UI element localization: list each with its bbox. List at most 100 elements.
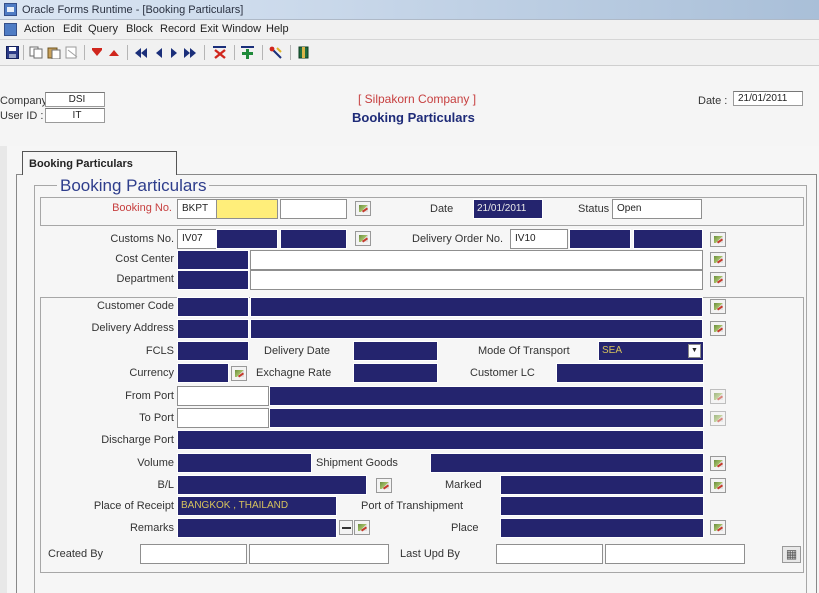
booking-no-prefix-field[interactable]: BKPT [177,199,217,219]
tab-booking-particulars[interactable]: Booking Particulars [22,151,177,175]
form-title: Booking Particulars [352,110,475,125]
calculator-icon[interactable]: ▦ [782,546,801,563]
place-lov-icon[interactable] [710,520,726,535]
delivery-address-code-field[interactable] [177,319,249,339]
port-of-transhipment-field[interactable] [500,496,704,516]
last-upd-by-label: Last Upd By [400,548,460,560]
from-port-lov-icon[interactable] [710,389,726,404]
volume-field[interactable] [177,453,312,473]
remarks-lov-icon[interactable] [354,520,370,535]
menu-action[interactable]: Action [24,23,55,35]
department-name-field[interactable] [250,270,703,290]
bl-lov-icon[interactable] [376,478,392,493]
fcls-label: FCLS [145,345,174,357]
customs-no-lov-icon[interactable] [355,231,371,246]
customer-lc-field[interactable] [556,363,704,383]
marked-field[interactable] [500,475,704,495]
cost-center-lov-icon[interactable] [710,252,726,267]
created-date-field[interactable] [249,544,389,564]
delivery-order-lov-icon[interactable] [710,232,726,247]
remarks-field[interactable] [177,518,337,538]
menu-window[interactable]: Window [222,23,261,35]
bl-field[interactable] [177,475,367,495]
clear-icon[interactable] [64,44,80,61]
currency-field[interactable] [177,363,229,383]
delivery-order-no-field[interactable] [569,229,631,249]
place-of-receipt-field[interactable]: BANGKOK , THAILAND [177,496,337,516]
shipment-goods-field[interactable] [430,453,704,473]
remove-record-icon[interactable] [212,44,228,61]
discharge-port-field[interactable] [177,430,704,450]
paste-icon[interactable] [46,44,62,61]
copy-icon[interactable] [28,44,44,61]
department-lov-icon[interactable] [710,272,726,287]
customs-no-suffix-field[interactable] [280,229,347,249]
query-icon[interactable] [268,44,284,61]
group-title: Booking Particulars [57,176,210,196]
cost-center-label: Cost Center [115,253,174,265]
delivery-address-field[interactable] [250,319,703,339]
menu-exit[interactable]: Exit [200,23,218,35]
next-record-icon[interactable] [168,44,180,61]
currency-lov-icon[interactable] [231,366,247,381]
menu-edit[interactable]: Edit [63,23,82,35]
customer-code-lov-icon[interactable] [710,299,726,314]
to-port-label: To Port [139,412,174,424]
place-field[interactable] [500,518,704,538]
created-by-field[interactable] [140,544,247,564]
booking-date-field[interactable]: 21/01/2011 [473,199,543,219]
booking-no-field[interactable] [216,199,278,219]
booking-no-lov-icon[interactable] [355,201,371,216]
cost-center-name-field[interactable] [250,250,703,270]
status-field[interactable]: Open [612,199,702,219]
customer-code-field[interactable] [177,297,249,317]
header-date-field[interactable]: 21/01/2011 [733,91,803,106]
remarks-editor-icon[interactable] [339,520,353,535]
menu-query[interactable]: Query [88,23,118,35]
delete-record-icon[interactable] [107,44,121,61]
last-upd-date-field[interactable] [605,544,745,564]
volume-label: Volume [137,457,174,469]
first-record-icon[interactable] [133,44,149,61]
shipment-goods-lov-icon[interactable] [710,456,726,471]
last-upd-by-field[interactable] [496,544,603,564]
to-port-code-field[interactable] [177,408,269,428]
customs-no-prefix-field[interactable]: IV07 [177,229,217,249]
department-code-field[interactable] [177,270,249,290]
userid-field[interactable]: IT [45,108,105,123]
cost-center-code-field[interactable] [177,250,249,270]
menu-block[interactable]: Block [126,23,153,35]
booking-date-label: Date [430,203,454,215]
port-of-transhipment-label: Port of Transhipment [361,500,464,512]
previous-record-icon[interactable] [153,44,165,61]
to-port-lov-icon[interactable] [710,411,726,426]
marked-label: Marked [445,479,482,491]
booking-no-label: Booking No. [112,202,172,214]
marked-lov-icon[interactable] [710,478,726,493]
from-port-name-field[interactable] [269,386,704,406]
delivery-order-suffix-field[interactable] [633,229,703,249]
insert-record-icon[interactable] [90,44,104,61]
menu-bar: Action Edit Query Block Record Exit Wind… [0,20,819,40]
customs-no-field[interactable] [216,229,278,249]
exit-icon[interactable] [296,44,312,61]
add-record-icon[interactable] [240,44,256,61]
to-port-name-field[interactable] [269,408,704,428]
form-window-icon[interactable] [4,23,17,36]
last-record-icon[interactable] [182,44,198,61]
menu-help[interactable]: Help [266,23,289,35]
customer-name-field[interactable] [250,297,703,317]
booking-no-suffix-field[interactable] [280,199,347,219]
exchange-rate-label: Exchagne Rate [256,367,332,379]
company-field[interactable]: DSI [45,92,105,107]
save-icon[interactable] [5,44,19,61]
from-port-code-field[interactable] [177,386,269,406]
delivery-date-field[interactable] [353,341,438,361]
fcls-field[interactable] [177,341,249,361]
bl-label: B/L [157,479,174,491]
chevron-down-icon[interactable]: ▼ [688,344,701,358]
exchange-rate-field[interactable] [353,363,438,383]
delivery-order-prefix-field[interactable]: IV10 [510,229,568,249]
menu-record[interactable]: Record [160,23,195,35]
delivery-address-lov-icon[interactable] [710,321,726,336]
